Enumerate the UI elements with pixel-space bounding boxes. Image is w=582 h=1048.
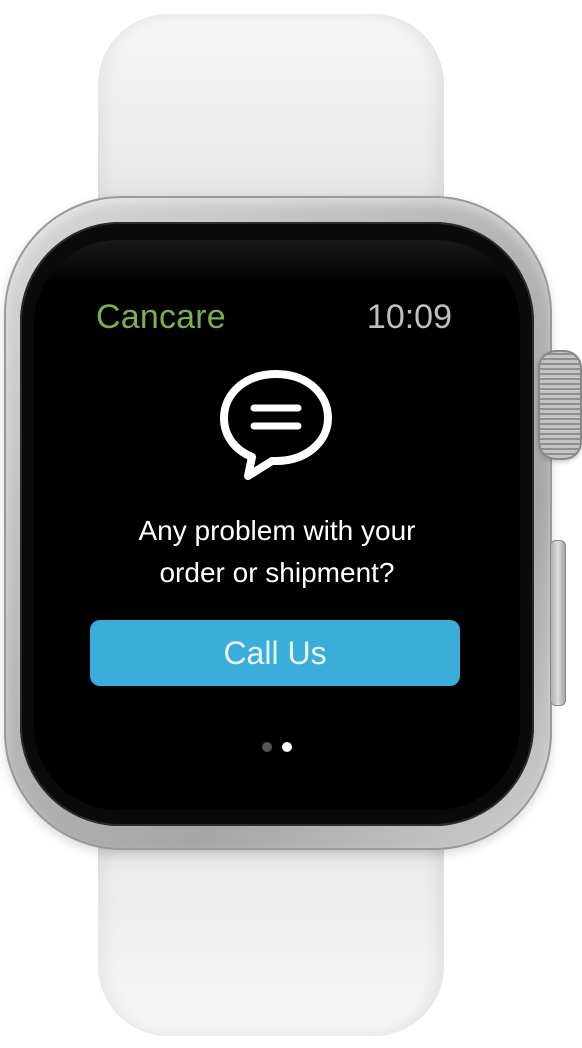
page-dot-1 [262, 742, 272, 752]
page-dot-2 [282, 742, 292, 752]
chat-bubble-icon [220, 370, 332, 480]
prompt-line-1: Any problem with your [138, 515, 416, 546]
screen-glare [34, 240, 520, 284]
prompt-message: Any problem with your order or shipment? [34, 510, 520, 594]
page-indicator [34, 742, 520, 752]
call-us-button[interactable]: Call Us [90, 620, 460, 686]
prompt-line-2: order or shipment? [159, 557, 395, 588]
app-title[interactable]: Cancare [96, 298, 226, 337]
watch-screen: Cancare 10:09 Any problem with your orde… [34, 240, 520, 810]
watch-stage: Cancare 10:09 Any problem with your orde… [0, 0, 582, 1048]
clock-time: 10:09 [366, 298, 452, 336]
digital-crown[interactable] [538, 350, 582, 460]
side-button[interactable] [550, 540, 566, 706]
